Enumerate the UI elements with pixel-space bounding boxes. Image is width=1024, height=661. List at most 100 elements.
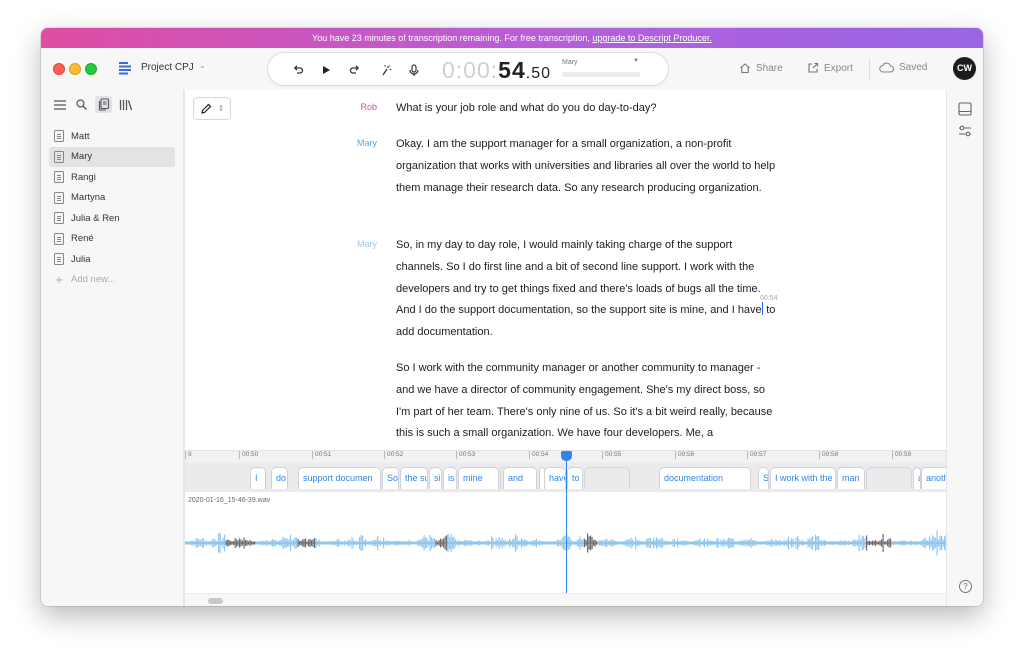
speaker-level-bar [562,72,640,77]
edit-tool-button[interactable]: ⇕ [193,97,231,120]
word-chip[interactable]: is [443,467,457,489]
ruler-tick: 00:59 [892,451,911,459]
sidebar-item-label: René [71,233,94,244]
scrollbar-thumb[interactable] [208,598,223,604]
speaker-label[interactable]: Mary [329,239,377,249]
sidebar-item-label: Julia [71,253,91,265]
sidebar-item-julia-ren[interactable]: Julia & Ren [49,208,175,228]
chevron-down-icon[interactable]: ⌄ [199,61,206,70]
document-icon [54,191,64,204]
home-icon [740,63,750,74]
playhead[interactable] [566,451,567,606]
sidebar-item-matt[interactable]: Matt [49,126,175,146]
sidebar-item-label: Julia & Ren [71,212,120,224]
document-icon [54,150,64,163]
play-icon[interactable] [318,62,334,78]
ruler-tick: 00:58 [819,451,838,459]
word-chip[interactable]: si [429,467,442,489]
ruler-tick: 00:56 [675,451,694,459]
minimize-window-button[interactable] [69,63,81,75]
ruler-tick: 00:57 [747,451,766,459]
paragraph-text[interactable]: So I work with the community manager or … [396,358,781,445]
ruler-tick: 00:53 [456,451,475,459]
document-icon [54,232,64,245]
undo-icon[interactable] [290,62,306,78]
chevron-updown-icon: ⇕ [217,104,225,113]
word-chip[interactable]: S [758,467,769,489]
close-window-button[interactable] [53,63,65,75]
add-new-button[interactable]: + Add new... [49,270,175,290]
transcription-banner: You have 23 minutes of transcription rem… [41,28,983,48]
playhead-handle[interactable] [561,451,572,461]
word-chip[interactable]: man [837,467,865,489]
ruler-tick: 00:50 [239,451,258,459]
word-chip[interactable]: do [271,467,288,489]
paragraph-text[interactable]: Okay. I am the support manager for a sma… [396,134,781,199]
horizontal-scrollbar[interactable] [185,593,946,606]
timeline[interactable]: 9 00:50 00:51 00:52 00:53 00:54 00:55 00… [184,450,947,606]
export-icon [808,62,819,73]
magic-wand-icon[interactable] [377,62,393,78]
paragraph-text[interactable]: What is your job role and what do you do… [396,98,781,120]
help-icon[interactable]: ? [959,580,972,593]
sidebar-item-rene[interactable]: René [49,229,175,249]
zoom-window-button[interactable] [85,63,97,75]
upgrade-link[interactable]: upgrade to Descript Producer. [592,33,712,43]
word-chip[interactable]: mine [458,467,499,489]
document-icon [54,130,64,142]
toolbar-divider [869,58,870,80]
search-icon[interactable] [73,96,90,113]
sliders-icon[interactable] [958,124,972,138]
word-chip[interactable] [866,467,912,489]
speaker-select[interactable]: Mary [562,59,578,66]
microphone-icon[interactable] [406,62,422,78]
share-button[interactable]: Share [739,62,783,74]
sidebar-item-label: Martyna [71,192,106,203]
composition-list: Matt Mary Rangi Martyna Julia & Ren René… [49,126,175,290]
timecode-fraction: .50 [525,65,551,82]
redo-icon[interactable] [347,62,363,78]
export-button[interactable]: Export [807,62,853,74]
plus-icon: + [55,272,63,287]
documents-icon[interactable] [95,96,112,113]
word-chip[interactable]: have [544,467,566,489]
timecode-seconds: 54 [498,57,526,83]
sidebar-item-rangi[interactable]: Rangi [49,167,175,187]
title-bar: Project CPJ ⌄ 0:00:54.50 Mary ▼ Share Ex… [41,48,983,90]
avatar[interactable]: CW [953,57,976,80]
panel-icon[interactable] [958,102,972,116]
word-chip[interactable]: the su [400,467,428,489]
word-chip[interactable]: to [567,467,583,489]
saved-label: Saved [899,62,928,73]
word-chip[interactable]: I [250,467,266,489]
descript-logo-icon [119,62,131,75]
menu-icon[interactable] [51,96,68,113]
caret-down-icon[interactable]: ▼ [633,58,639,64]
word-chip[interactable]: and [503,467,537,489]
document-icon [54,171,64,183]
word-chip[interactable]: anoth [921,467,946,489]
playback-timecode: 0:00:54.50 [442,57,551,84]
speaker-label[interactable]: Mary [329,138,377,148]
word-chip[interactable]: I work with the [770,467,836,489]
library-icon[interactable] [117,96,134,113]
sidebar-item-martyna[interactable]: Martyna [49,188,175,208]
sidebar-item-julia[interactable]: Julia [49,249,175,269]
transcript-editor[interactable]: ⇕ Rob What is your job role and what do … [184,90,947,450]
share-label: Share [756,62,783,74]
word-chip[interactable]: a [913,467,921,489]
word-chip[interactable]: support documen [298,467,381,489]
pencil-icon [200,103,211,114]
sidebar-item-mary[interactable]: Mary [49,146,175,167]
word-chip[interactable]: documentation [659,467,751,489]
timecode-dim: 0:00: [442,57,499,83]
word-chip[interactable]: So [382,467,399,489]
cloud-icon [879,62,894,73]
sidebar-toolbar [51,96,134,113]
speaker-label[interactable]: Rob [329,102,377,112]
banner-text: You have 23 minutes of transcription rem… [312,33,593,43]
paragraph-text[interactable]: So, in my day to day role, I would mainl… [396,235,781,344]
sidebar: Matt Mary Rangi Martyna Julia & Ren René… [41,90,184,606]
word-chip[interactable] [584,467,630,489]
project-name[interactable]: Project CPJ [141,62,194,73]
